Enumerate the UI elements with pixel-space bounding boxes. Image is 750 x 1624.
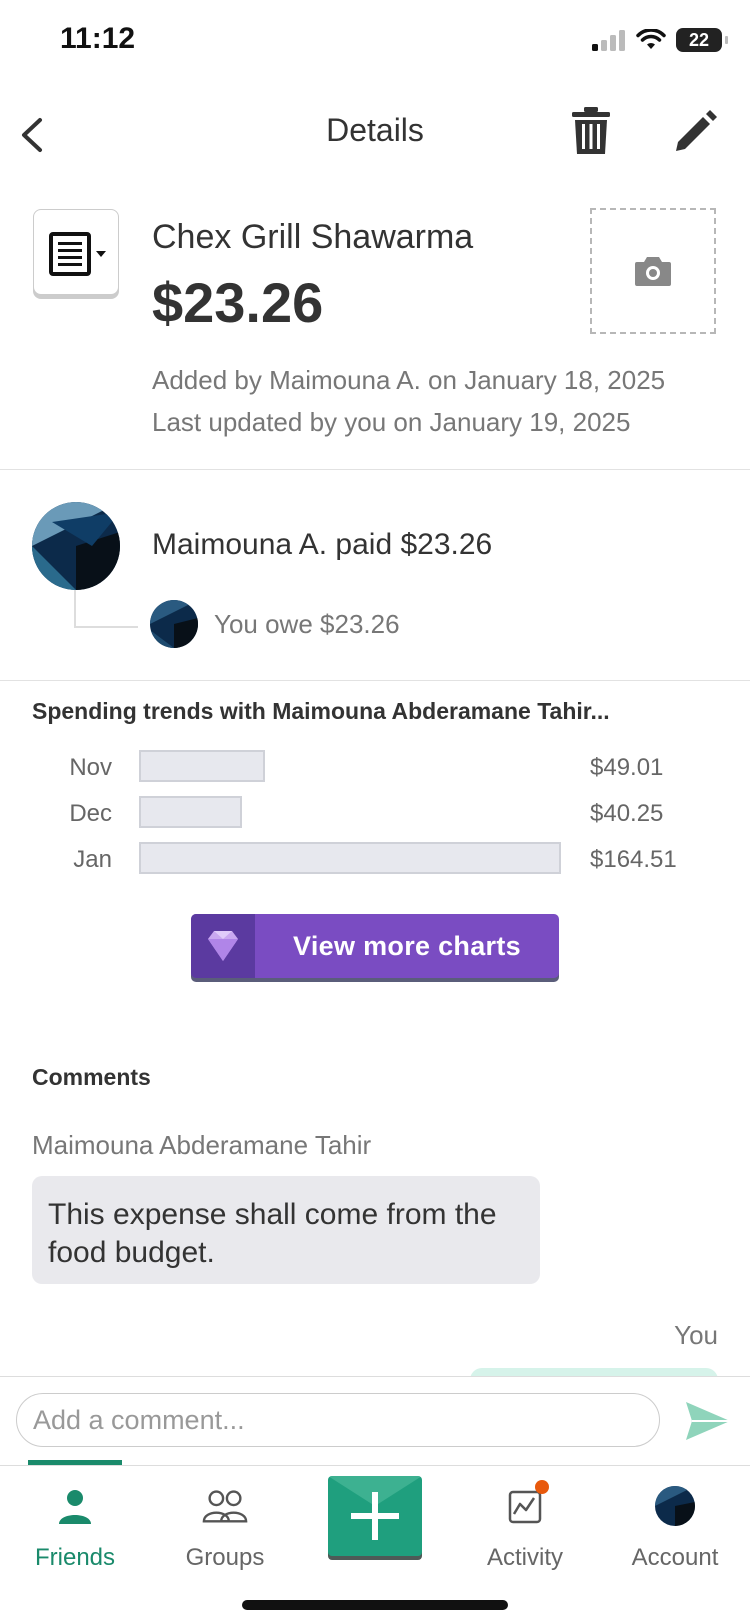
tab-activity[interactable]: Activity <box>450 1464 600 1574</box>
battery-icon: 22 <box>676 28 728 52</box>
view-more-charts-button[interactable]: View more charts <box>191 914 559 978</box>
chart-bar <box>139 750 265 782</box>
comment-input-bar <box>0 1376 750 1466</box>
tab-account[interactable]: Account <box>600 1464 750 1574</box>
trash-icon <box>572 107 610 154</box>
status-time: 11:12 <box>60 22 136 55</box>
avatar-image <box>150 600 198 648</box>
avatar-image <box>32 502 120 590</box>
payer-avatar <box>32 502 120 590</box>
chart-bar <box>139 796 242 828</box>
send-icon <box>686 1402 730 1440</box>
delete-button[interactable] <box>568 106 614 156</box>
you-avatar <box>150 600 198 648</box>
tab-label: Groups <box>185 1544 265 1571</box>
status-icons: 22 <box>592 28 728 52</box>
receipt-icon <box>49 232 106 276</box>
add-expense-button[interactable] <box>328 1476 422 1556</box>
tab-label: Friends <box>34 1544 116 1571</box>
tab-label: Activity <box>486 1544 563 1571</box>
comment-bubble: This expense shall come from the food bu… <box>32 1176 540 1284</box>
page-title: Details <box>326 112 424 148</box>
you-label: You <box>674 1320 718 1350</box>
comment-input[interactable] <box>16 1393 660 1447</box>
chart-row: Dec $40.25 <box>0 796 750 832</box>
chart-tick-label: Dec <box>69 800 112 827</box>
divider <box>0 680 750 681</box>
signal-icon <box>592 30 625 51</box>
chart-tick-label: Jan <box>73 846 112 873</box>
chart-bar <box>139 842 561 874</box>
battery-level: 22 <box>688 29 710 50</box>
gem-icon <box>191 914 255 978</box>
tab-label: Account <box>631 1544 719 1571</box>
connector-line <box>74 590 138 628</box>
camera-icon <box>635 257 671 286</box>
back-button[interactable] <box>14 112 54 158</box>
added-by-text: Added by Maimouna A. on January 18, 2025 <box>152 365 666 395</box>
plus-icon <box>328 1476 422 1540</box>
chart-row: Nov $49.01 <box>0 750 750 786</box>
chart-value-label: $49.01 <box>590 754 664 781</box>
wifi-icon <box>636 29 666 49</box>
pencil-icon <box>676 110 717 151</box>
chart-value-label: $40.25 <box>590 800 664 827</box>
owe-text: You owe $23.26 <box>214 609 400 639</box>
activity-icon <box>501 1480 549 1530</box>
view-more-charts-label: View more charts <box>293 930 521 961</box>
updated-by-text: Last updated by you on January 19, 2025 <box>152 407 631 437</box>
comments-title: Comments <box>32 1064 151 1090</box>
expense-amount: $23.26 <box>152 271 324 334</box>
add-photo-button[interactable] <box>590 208 716 334</box>
comment-author: Maimouna Abderamane Tahir <box>32 1130 372 1160</box>
notification-dot <box>535 1480 549 1494</box>
paid-text: Maimouna A. paid $23.26 <box>152 528 493 561</box>
tab-friends[interactable]: Friends <box>0 1464 150 1574</box>
expense-name: Chex Grill Shawarma <box>152 218 474 256</box>
avatar-icon <box>651 1482 699 1530</box>
person-icon <box>51 1482 99 1530</box>
tab-groups[interactable]: Groups <box>150 1464 300 1574</box>
category-button[interactable] <box>33 209 119 295</box>
chart-value-label: $164.51 <box>590 846 677 873</box>
chevron-left-icon <box>22 118 42 152</box>
trends-title: Spending trends with Maimouna Abderamane… <box>32 698 610 724</box>
send-button[interactable] <box>684 1399 732 1443</box>
chart-tick-label: Nov <box>69 754 112 781</box>
group-icon <box>201 1482 249 1530</box>
divider <box>0 469 750 470</box>
home-indicator <box>242 1600 508 1610</box>
chart-row: Jan $164.51 <box>0 842 750 878</box>
edit-button[interactable] <box>670 106 720 156</box>
